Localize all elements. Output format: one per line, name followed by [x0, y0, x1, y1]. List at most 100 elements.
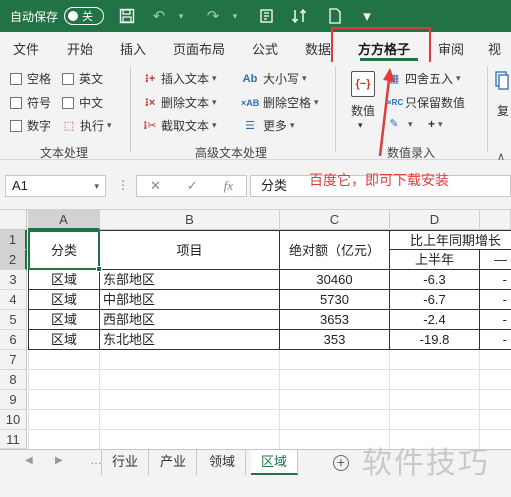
function-icon[interactable]: fx [224, 178, 233, 194]
prev-sheet-icon[interactable]: ◀ [25, 455, 33, 466]
run-button[interactable]: ⬚ 执行 ▾ [62, 117, 112, 134]
cell-absolute[interactable]: 353 [280, 330, 390, 350]
insert-text-button[interactable]: ⁝+ 插入文本 ▾ [143, 70, 217, 87]
sheet-tab-industry[interactable]: 行业 [101, 450, 150, 475]
select-all-corner[interactable] [0, 210, 27, 230]
button-label: 四舍五入 [405, 72, 454, 86]
tab-page-layout[interactable]: 页面布局 [173, 39, 225, 58]
case-button[interactable]: Ab 大小写 ▾ [241, 70, 307, 87]
plus-button[interactable]: + ▾ [428, 117, 443, 131]
checkbox-space[interactable]: 空格 [10, 70, 51, 87]
cell-item[interactable]: 中部地区 [100, 290, 280, 310]
checkbox-number[interactable]: 数字 [10, 117, 51, 134]
delete-text-button[interactable]: ⁝× 删除文本 ▾ [143, 94, 217, 111]
cell-first-half[interactable]: -19.8 [390, 330, 480, 350]
header-growth[interactable]: 比上年同期增长 [390, 230, 511, 250]
column-header-e[interactable] [480, 210, 511, 230]
tab-formulas[interactable]: 公式 [252, 39, 278, 58]
name-box[interactable]: A1 ▾ [5, 175, 106, 197]
doc-icon[interactable] [326, 7, 344, 25]
more-button[interactable]: ☰ 更多 ▾ [241, 117, 294, 134]
customize-toolbar-icon[interactable]: ▾ [358, 7, 376, 25]
round-button[interactable]: ▦ 四舍五入 ▾ [387, 70, 461, 87]
cell-first-half[interactable]: -6.7 [390, 290, 480, 310]
chevron-down-icon[interactable]: ▾ [358, 120, 363, 131]
cell-absolute[interactable]: 3653 [280, 310, 390, 330]
add-sheet-icon[interactable]: + [333, 455, 349, 471]
header-dash[interactable]: — [480, 250, 511, 270]
number-entry-icon[interactable]: {−} [351, 71, 375, 97]
extract-text-button[interactable]: ⁝✂ 截取文本 ▾ [143, 117, 216, 134]
cell-first-half[interactable]: -2.4 [390, 310, 480, 330]
row-header[interactable]: 11 [0, 430, 27, 449]
row-header[interactable]: 5 [0, 310, 27, 330]
cell-item[interactable]: 东部地区 [100, 270, 280, 290]
delete-space-button[interactable]: ×AB 删除空格 ▾ [241, 94, 319, 111]
row-header[interactable]: 10 [0, 410, 27, 430]
checkbox-symbol[interactable]: 符号 [10, 94, 51, 111]
next-sheet-icon[interactable]: ▶ [55, 455, 63, 466]
copy-icon[interactable] [495, 70, 509, 92]
cell-first-half[interactable]: -6.3 [390, 270, 480, 290]
checkbox-chinese[interactable]: 中文 [62, 94, 103, 111]
redo-icon[interactable]: ↷ [204, 7, 222, 25]
row-header[interactable]: 7 [0, 350, 27, 370]
cell-extra[interactable]: - [480, 330, 511, 350]
copy-label[interactable]: 复 [497, 102, 509, 119]
header-first-half[interactable]: 上半年 [390, 250, 480, 270]
save-icon[interactable] [118, 7, 136, 25]
tab-insert[interactable]: 插入 [120, 39, 146, 58]
row-header[interactable]: 1 [0, 230, 27, 250]
redo-dropdown-icon[interactable]: ▾ [226, 7, 244, 25]
enter-icon[interactable]: ✓ [187, 178, 198, 194]
undo-dropdown-icon[interactable]: ▾ [172, 7, 190, 25]
tab-data[interactable]: 数据 [305, 39, 331, 58]
cell-absolute[interactable]: 5730 [280, 290, 390, 310]
selected-cell-border [28, 230, 100, 270]
column-header-c[interactable]: C [280, 210, 390, 230]
cell-category[interactable]: 区域 [28, 330, 100, 350]
tab-review[interactable]: 审阅 [438, 39, 464, 58]
row-header[interactable]: 8 [0, 370, 27, 390]
number-label[interactable]: 数值 [351, 102, 375, 119]
column-header-a[interactable]: A [28, 210, 100, 230]
sheet-tab-sector[interactable]: 产业 [150, 450, 198, 475]
cell-extra[interactable]: - [480, 290, 511, 310]
column-headers: A B C D [0, 210, 511, 230]
cell-absolute[interactable]: 30460 [280, 270, 390, 290]
row-header[interactable]: 3 [0, 270, 27, 290]
autosave-toggle[interactable]: 关 [64, 7, 105, 25]
edit-button[interactable]: ✎ ▾ [387, 117, 412, 131]
column-header-d[interactable]: D [390, 210, 480, 230]
sheet-tab-region[interactable]: 区域 [251, 450, 299, 475]
row-header[interactable]: 9 [0, 390, 27, 410]
cell-category[interactable]: 区域 [28, 290, 100, 310]
cell-category[interactable]: 区域 [28, 310, 100, 330]
fill-handle[interactable] [96, 266, 102, 272]
header-absolute[interactable]: 绝对额（亿元） [280, 230, 390, 270]
checkbox-english[interactable]: 英文 [62, 70, 103, 87]
cancel-icon[interactable]: ✕ [150, 178, 161, 194]
keep-number-button[interactable]: ×RC 只保留数值 [387, 94, 465, 111]
sheet-tab-field[interactable]: 领域 [199, 450, 247, 475]
cell-item[interactable]: 西部地区 [100, 310, 280, 330]
cell-category[interactable]: 区域 [28, 270, 100, 290]
row-header[interactable]: 6 [0, 330, 27, 350]
cell-extra[interactable]: - [480, 270, 511, 290]
format-painter-icon[interactable] [258, 7, 276, 25]
cell-item[interactable]: 东北地区 [100, 330, 280, 350]
cell-extra[interactable]: - [480, 310, 511, 330]
row-header[interactable]: 2 [0, 250, 27, 270]
header-item[interactable]: 项目 [100, 230, 280, 270]
checkbox-label: 空格 [27, 72, 52, 86]
tab-file[interactable]: 文件 [13, 39, 39, 58]
chevron-down-icon[interactable]: ▾ [94, 176, 99, 196]
column-header-b[interactable]: B [100, 210, 280, 230]
chevron-down-icon: ▾ [212, 97, 217, 107]
group-divider [130, 66, 131, 152]
empty-grid[interactable] [28, 350, 511, 449]
row-header[interactable]: 4 [0, 290, 27, 310]
undo-icon[interactable]: ↶ [150, 7, 168, 25]
sort-icon[interactable] [290, 7, 308, 25]
tab-home[interactable]: 开始 [67, 39, 93, 58]
